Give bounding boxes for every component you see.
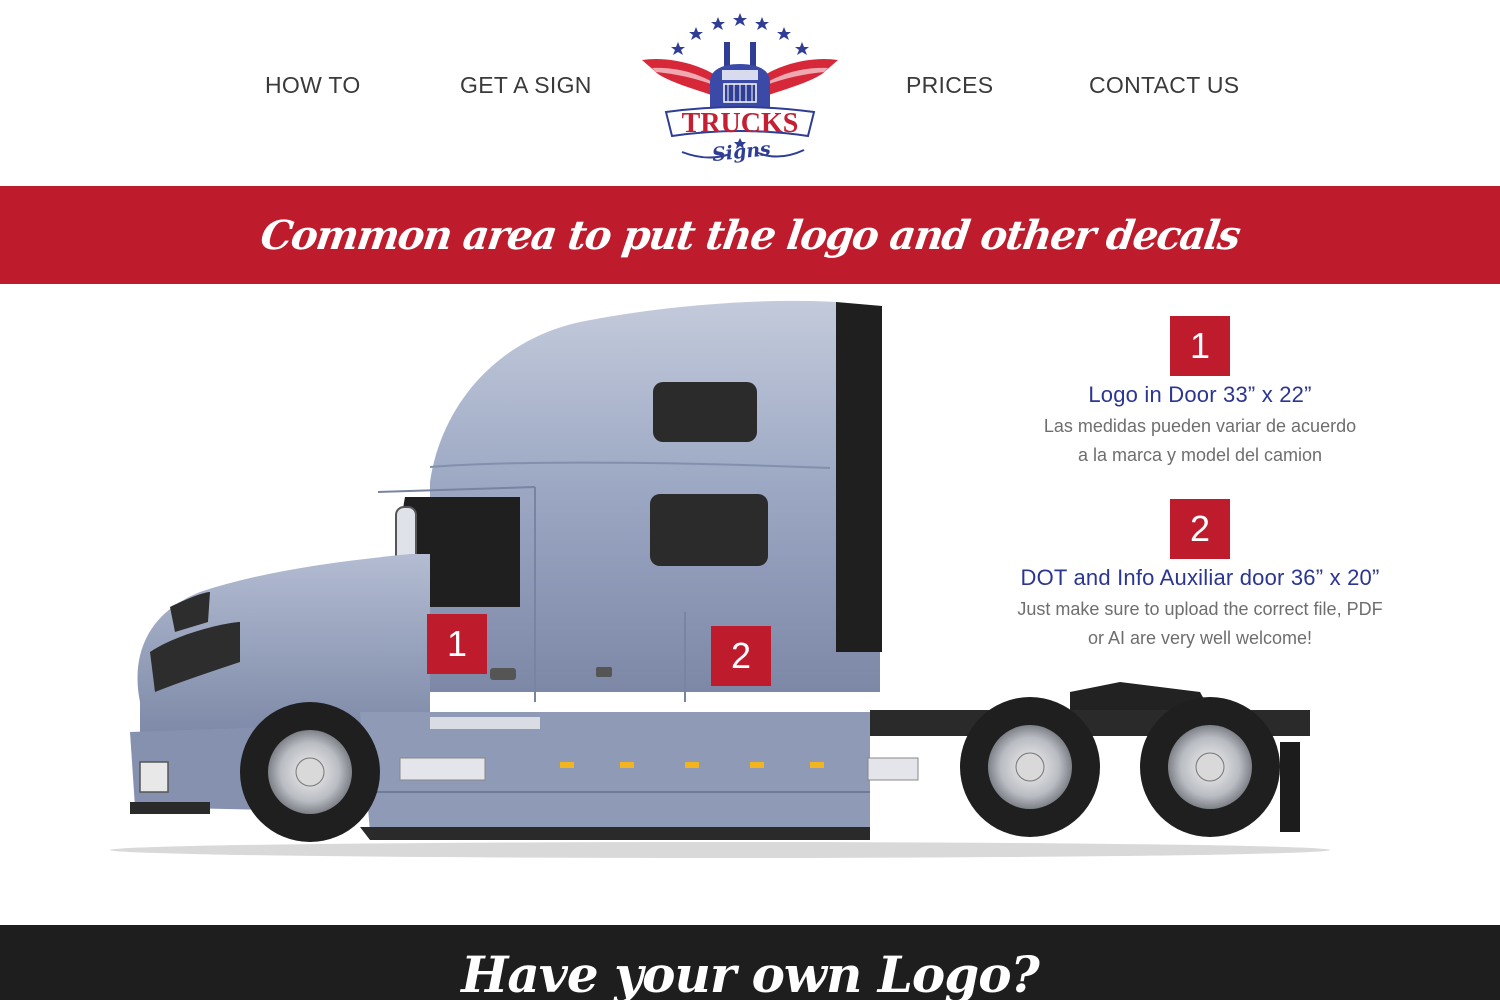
nav-get-a-sign[interactable]: GET A SIGN	[460, 72, 592, 99]
bottom-section-title: Have your own Logo?	[461, 945, 1040, 1000]
placement-title: Logo in Door 33” x 22”	[1088, 382, 1312, 407]
decal-placement-section: 1 2 1 Logo in Door 33” x 22” Las medidas…	[0, 284, 1500, 925]
truck-front-icon	[710, 42, 770, 108]
logo-wordmark: TRUCKS	[682, 108, 799, 139]
door-marker-2: 2	[711, 626, 771, 686]
placement-title: DOT and Info Auxiliar door 36” x 20”	[1020, 565, 1380, 590]
placement-number-badge: 1	[1170, 316, 1230, 376]
door-marker-1: 1	[427, 614, 487, 674]
placement-note-line1: Just make sure to upload the correct fil…	[1017, 599, 1383, 619]
logo-subtitle: Signs	[711, 138, 772, 166]
site-header: HOW TO GET A SIGN TRUCKS Signs PRICES CO…	[0, 0, 1500, 186]
placement-info-1: 1 Logo in Door 33” x 22” Las medidas pue…	[990, 316, 1410, 470]
placement-note-line2: or AI are very well welcome!	[1087, 628, 1313, 648]
placement-number-badge: 2	[1170, 499, 1230, 559]
placement-note-line1: Las medidas pueden variar de acuerdo	[1043, 416, 1357, 436]
stars-decoration	[671, 13, 809, 55]
section-banner: Common area to put the logo and other de…	[0, 186, 1500, 284]
logo-upload-section: Have your own Logo?	[0, 925, 1500, 1000]
nav-contact-us[interactable]: CONTACT US	[1089, 72, 1239, 99]
nav-how-to[interactable]: HOW TO	[265, 72, 361, 99]
nav-prices[interactable]: PRICES	[906, 72, 993, 99]
placement-note-line2: a la marca y model del camion	[1077, 445, 1323, 465]
placement-info-2: 2 DOT and Info Auxiliar door 36” x 20” J…	[990, 499, 1410, 653]
banner-title: Common area to put the logo and other de…	[257, 211, 1243, 259]
trucks-signs-logo[interactable]: TRUCKS Signs	[638, 12, 842, 168]
